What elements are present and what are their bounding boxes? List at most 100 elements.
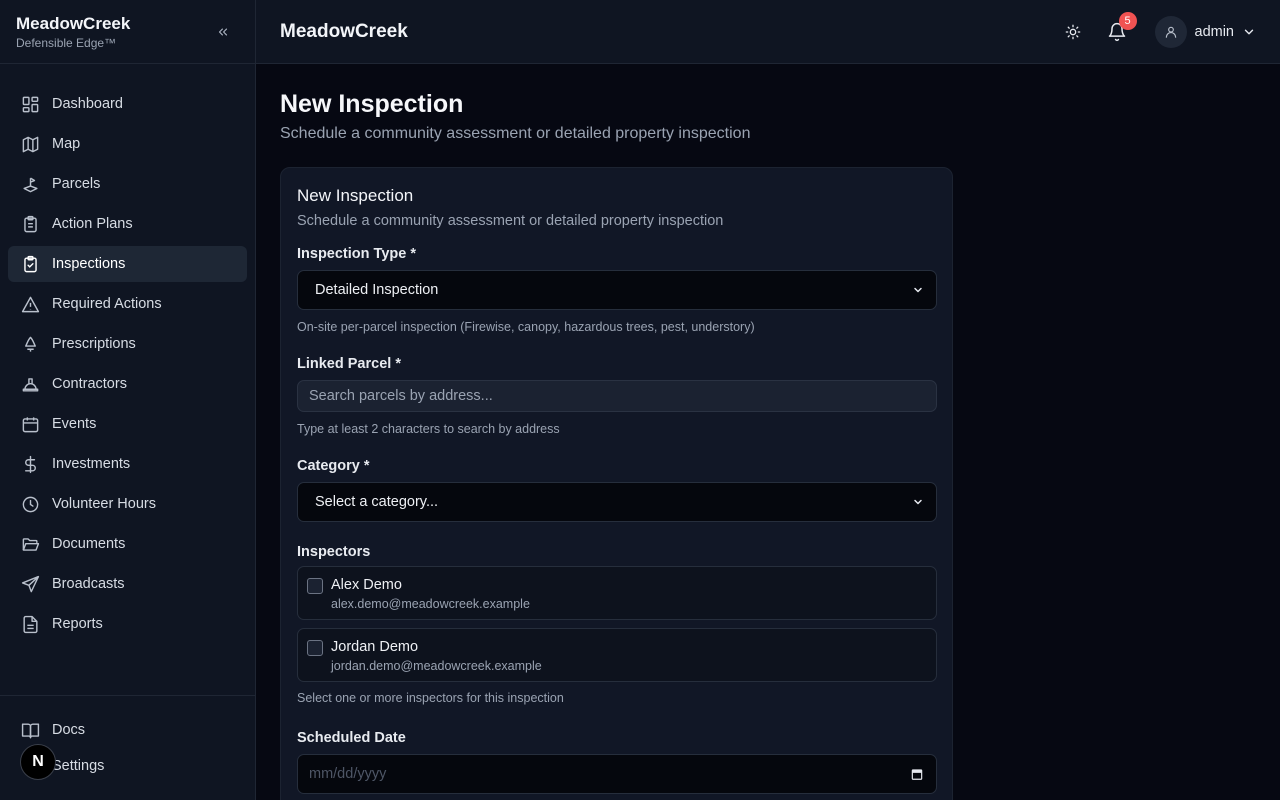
category-value: Select a category...	[315, 494, 439, 510]
scheduled-date-input[interactable]: mm/dd/yyyy	[297, 754, 937, 794]
inspector-name: Jordan Demo	[331, 639, 419, 655]
chevron-down-icon	[1244, 29, 1254, 34]
inspectors-label: Inspectors	[297, 544, 371, 560]
inspector-checkbox[interactable]	[307, 640, 323, 656]
header-actions: 5 admin	[1057, 11, 1257, 48]
inspection-type-hint: On-site per-parcel inspection (Firewise,…	[297, 320, 755, 334]
category-field: Category * Select a category...	[297, 456, 937, 522]
user-icon	[1165, 26, 1176, 38]
sidebar-item-label: Volunteer Hours	[52, 496, 156, 512]
sidebar-item-action-plans[interactable]: Action Plans	[8, 206, 247, 242]
sidebar-item-label: Reports	[52, 616, 103, 632]
sidebar: MeadowCreek Defensible Edge™ Dashboard M…	[0, 0, 256, 800]
linked-parcel-hint: Type at least 2 characters to search by …	[297, 422, 560, 436]
sidebar-item-label: Contractors	[52, 376, 127, 392]
sidebar-item-label: Docs	[52, 722, 86, 738]
scheduled-date-label: Scheduled Date	[297, 730, 406, 746]
scheduled-date-field: Scheduled Date mm/dd/yyyy	[297, 728, 937, 794]
category-label: Category *	[297, 458, 370, 474]
sidebar-item-contractors[interactable]: Contractors	[8, 366, 247, 402]
sidebar-item-label: Documents	[52, 536, 126, 552]
map-icon	[20, 134, 40, 154]
sidebar-item-label: Action Plans	[52, 216, 133, 232]
header-title: MeadowCreek	[280, 20, 408, 42]
inspector-option[interactable]: Alex Demo alex.demo@meadowcreek.example	[297, 566, 937, 620]
sidebar-item-parcels[interactable]: Parcels	[8, 166, 247, 202]
sidebar-item-label: Investments	[52, 456, 131, 472]
user-name: admin	[1194, 23, 1235, 40]
sidebar-item-label: Settings	[52, 758, 105, 774]
sidebar-item-required-actions[interactable]: Required Actions	[8, 286, 247, 322]
inspection-form-card: New Inspection Schedule a community asse…	[280, 167, 953, 800]
sidebar-item-inspections[interactable]: Inspections	[8, 246, 247, 282]
sidebar-nav: Dashboard Map Parcels Action Plans Inspe…	[0, 64, 255, 642]
parcels-icon	[20, 174, 40, 194]
chevron-down-icon	[914, 499, 922, 505]
inspector-option[interactable]: Jordan Demo jordan.demo@meadowcreek.exam…	[297, 628, 937, 682]
card-title: New Inspection	[297, 186, 414, 205]
inspection-type-label: Inspection Type *	[297, 246, 416, 262]
linked-parcel-field: Linked Parcel * Search parcels by addres…	[297, 354, 937, 437]
folder-icon	[20, 534, 40, 554]
inspector-checkbox[interactable]	[307, 578, 323, 594]
page-subtitle: Schedule a community assessment or detai…	[280, 125, 751, 142]
sidebar-item-label: Broadcasts	[52, 576, 125, 592]
calendar-icon[interactable]	[910, 767, 924, 781]
clipboard-check-icon	[20, 254, 40, 274]
inspector-email: alex.demo@meadowcreek.example	[331, 597, 530, 611]
clock-icon	[20, 494, 40, 514]
hard-hat-icon	[20, 374, 40, 394]
brand-name: MeadowCreek	[16, 14, 131, 33]
sidebar-item-label: Map	[52, 136, 81, 152]
inspectors-field: Inspectors	[297, 542, 370, 562]
sidebar-item-docs[interactable]: Docs	[8, 712, 247, 748]
sidebar-item-broadcasts[interactable]: Broadcasts	[8, 566, 247, 602]
next-dev-badge[interactable]: N	[20, 744, 56, 780]
inspector-name: Alex Demo	[331, 577, 402, 593]
scheduled-date-placeholder: mm/dd/yyyy	[309, 766, 387, 782]
notifications-button[interactable]: 5	[1101, 11, 1137, 48]
sidebar-item-reports[interactable]: Reports	[8, 606, 247, 642]
brand-tagline: Defensible Edge™	[16, 36, 117, 50]
inspector-email: jordan.demo@meadowcreek.example	[331, 659, 542, 673]
sidebar-item-prescriptions[interactable]: Prescriptions	[8, 326, 247, 362]
sidebar-item-map[interactable]: Map	[8, 126, 247, 162]
warning-triangle-icon	[20, 294, 40, 314]
category-select[interactable]: Select a category...	[297, 482, 937, 522]
sun-icon	[1065, 24, 1080, 39]
inspection-type-value: Detailed Inspection	[315, 282, 439, 298]
dollar-icon	[20, 454, 40, 474]
theme-toggle-button[interactable]	[1057, 16, 1089, 48]
sidebar-item-volunteer-hours[interactable]: Volunteer Hours	[8, 486, 247, 522]
linked-parcel-label: Linked Parcel *	[297, 356, 401, 372]
inspection-type-select[interactable]: Detailed Inspection	[297, 270, 937, 310]
sidebar-item-events[interactable]: Events	[8, 406, 247, 442]
sidebar-item-label: Required Actions	[52, 296, 162, 312]
parcel-search-placeholder: Search parcels by address...	[309, 388, 493, 404]
book-icon	[20, 720, 40, 740]
sidebar-item-label: Prescriptions	[52, 336, 136, 352]
inspectors-hint: Select one or more inspectors for this i…	[297, 691, 564, 705]
file-text-icon	[20, 614, 40, 634]
inspection-type-field: Inspection Type * Detailed Inspection On…	[297, 244, 937, 335]
sidebar-item-label: Events	[52, 416, 97, 432]
send-icon	[20, 574, 40, 594]
notification-count-badge: 5	[1118, 11, 1137, 30]
sidebar-item-documents[interactable]: Documents	[8, 526, 247, 562]
page-title: New Inspection	[280, 90, 464, 118]
sidebar-item-label: Inspections	[52, 256, 126, 272]
collapse-sidebar-button[interactable]	[213, 22, 233, 42]
card-subtitle: Schedule a community assessment or detai…	[297, 213, 724, 229]
calendar-icon	[20, 414, 40, 434]
sidebar-item-label: Dashboard	[52, 96, 123, 112]
main-content: New Inspection Schedule a community asse…	[256, 64, 1280, 800]
tree-icon	[20, 334, 40, 354]
avatar	[1154, 15, 1187, 48]
top-header: MeadowCreek 5 admin	[256, 0, 1280, 64]
chevrons-left-icon	[218, 28, 228, 36]
user-menu[interactable]: admin	[1154, 15, 1257, 48]
parcel-search-input[interactable]: Search parcels by address...	[297, 380, 937, 412]
sidebar-item-dashboard[interactable]: Dashboard	[8, 86, 247, 122]
chevron-down-icon	[914, 287, 922, 293]
sidebar-item-investments[interactable]: Investments	[8, 446, 247, 482]
